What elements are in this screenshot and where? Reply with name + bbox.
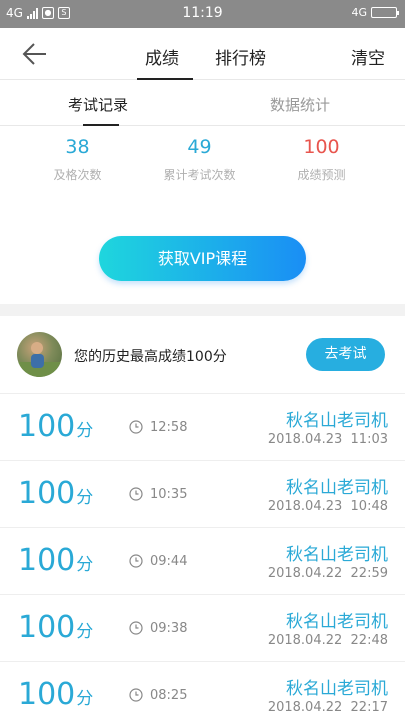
list-item[interactable]: 100分 09:38 秋名山老司机 2018.04.22 22:48: [0, 595, 405, 662]
score-value: 100: [18, 476, 76, 511]
score-unit: 分: [76, 488, 94, 508]
section-divider: [0, 304, 405, 316]
best-score-text: 您的历史最高成绩100分: [74, 349, 227, 365]
record-score: 100分: [18, 545, 93, 581]
score-unit: 分: [76, 421, 94, 441]
stat-label: 成绩预测: [297, 168, 346, 182]
score-unit: 分: [76, 622, 94, 642]
stat-label: 累计考试次数: [163, 168, 236, 182]
list-item[interactable]: 100分 10:35 秋名山老司机 2018.04.23 10:48: [0, 461, 405, 528]
score-unit: 分: [76, 555, 94, 575]
list-item[interactable]: 100分 08:25 秋名山老司机 2018.04.22 22:17: [0, 662, 405, 720]
list-item[interactable]: 100分 09:44 秋名山老司机 2018.04.22 22:59: [0, 528, 405, 595]
clock-icon: [129, 621, 143, 635]
record-username: 秋名山老司机: [286, 411, 388, 431]
clock-icon: [129, 487, 143, 501]
record-duration: 09:44: [150, 554, 188, 569]
score-value: 100: [18, 409, 76, 444]
tab-ranking[interactable]: 排行榜: [215, 44, 266, 69]
record-duration: 12:58: [150, 420, 188, 435]
header: 成绩 排行榜 清空: [0, 28, 405, 80]
record-date: 2018.04.22 22:59: [267, 566, 388, 581]
record-date: 2018.04.23 10:48: [267, 499, 388, 514]
record-username: 秋名山老司机: [286, 612, 388, 632]
status-bar: 4G ● S 11:19 4G: [0, 0, 405, 28]
record-score: 100分: [18, 612, 93, 648]
score-value: 100: [18, 610, 76, 645]
subtab-data-stats[interactable]: 数据统计: [270, 94, 330, 115]
clock-time: 11:19: [182, 5, 223, 21]
record-duration: 08:25: [150, 688, 188, 703]
clock-icon: [129, 420, 143, 434]
stat-total-exams: 49 累计考试次数: [132, 136, 267, 183]
network-label-right: 4G: [351, 6, 367, 19]
record-score: 100分: [18, 411, 93, 447]
back-arrow-icon[interactable]: [22, 42, 48, 66]
record-username: 秋名山老司机: [286, 478, 388, 498]
clock-icon: [129, 688, 143, 702]
subtab-indicator: [83, 124, 119, 126]
record-duration: 09:38: [150, 621, 188, 636]
sub-tabs: 考试记录 数据统计: [0, 80, 405, 126]
take-exam-button[interactable]: 去考试: [306, 338, 385, 371]
stat-value: 100: [303, 136, 340, 158]
stat-label: 及格次数: [53, 168, 102, 182]
tab-score[interactable]: 成绩: [145, 44, 179, 69]
exam-records-list: 100分 12:58 秋名山老司机 2018.04.23 11:03 100分 10:35…: [0, 394, 405, 720]
list-item[interactable]: 100分 12:58 秋名山老司机 2018.04.23 11:03: [0, 394, 405, 461]
score-value: 100: [18, 677, 76, 712]
record-date: 2018.04.22 22:48: [267, 633, 388, 648]
stat-value: 49: [187, 136, 212, 158]
battery-icon: [371, 7, 399, 18]
score-value: 100: [18, 543, 76, 578]
avatar: [17, 332, 62, 377]
clock-icon: [129, 554, 143, 568]
stat-prediction: 100 成绩预测: [254, 136, 389, 183]
stat-value: 38: [65, 136, 90, 158]
stats-panel: 38 及格次数 49 累计考试次数 100 成绩预测: [0, 136, 405, 196]
record-date: 2018.04.22 22:17: [267, 700, 388, 715]
record-score: 100分: [18, 478, 93, 514]
record-duration: 10:35: [150, 487, 188, 502]
best-score-row: 您的历史最高成绩100分 去考试: [0, 316, 405, 394]
subtab-exam-records[interactable]: 考试记录: [68, 94, 128, 115]
stat-passed: 38 及格次数: [10, 136, 145, 183]
record-username: 秋名山老司机: [286, 679, 388, 699]
record-score: 100分: [18, 679, 93, 715]
record-username: 秋名山老司机: [286, 545, 388, 565]
record-date: 2018.04.23 11:03: [267, 432, 388, 447]
clear-button[interactable]: 清空: [351, 44, 385, 69]
get-vip-course-button[interactable]: 获取VIP课程: [99, 236, 306, 281]
score-unit: 分: [76, 689, 94, 709]
